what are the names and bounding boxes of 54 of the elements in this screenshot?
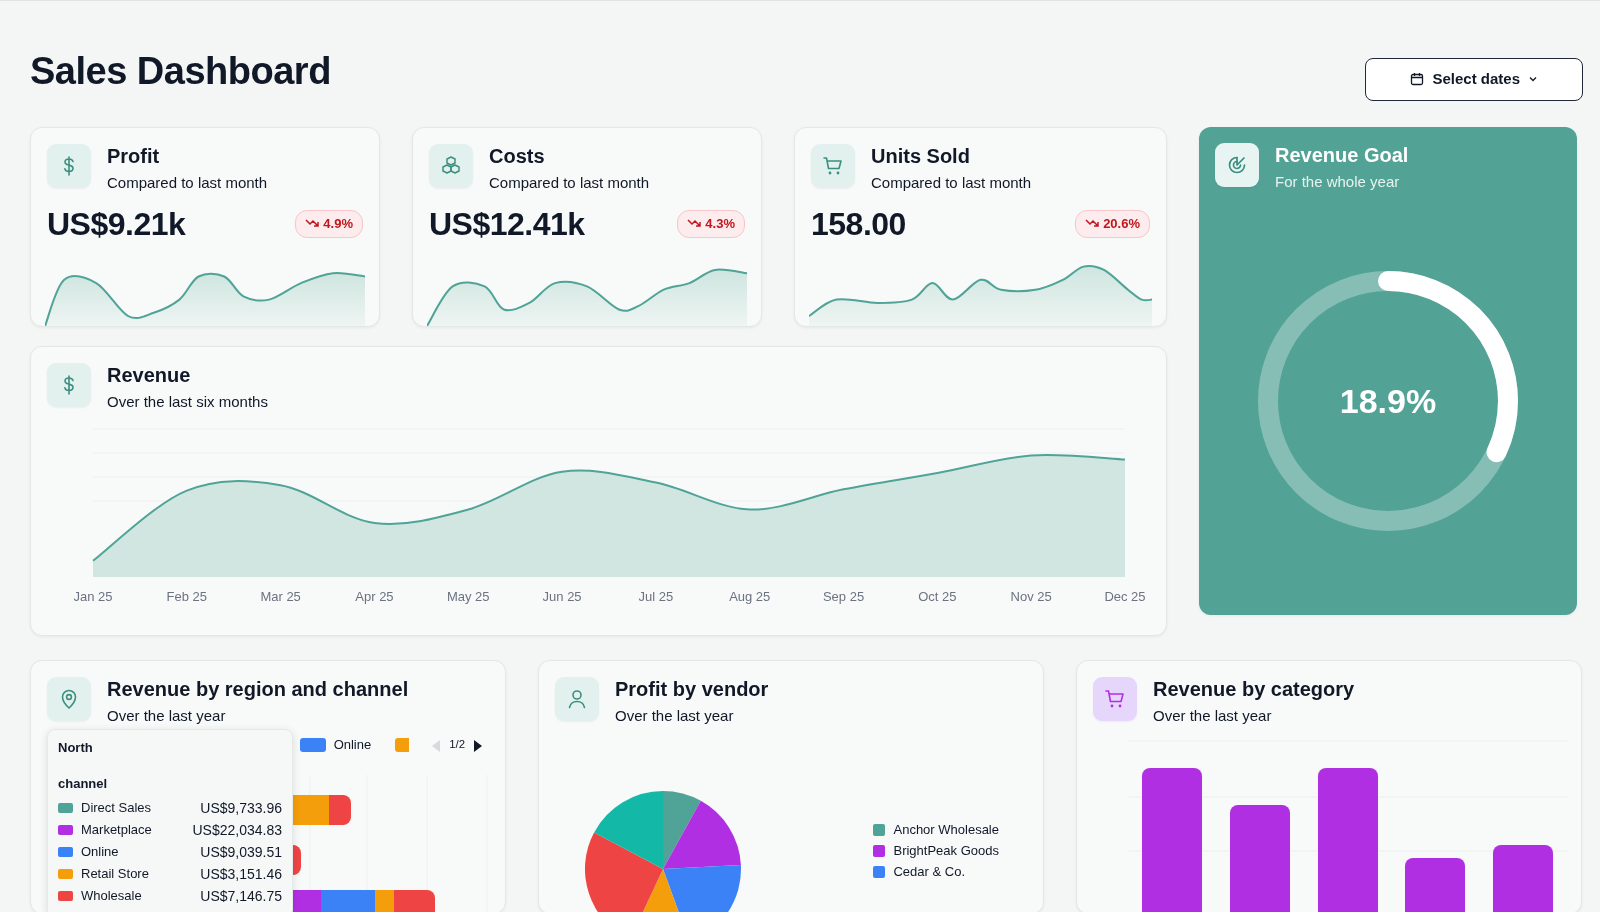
tooltip-row-label: Direct Sales xyxy=(81,799,152,818)
axis-label: Jul 25 xyxy=(638,589,674,604)
card-subtitle: Compared to last month xyxy=(871,174,1032,192)
axis-label: Sep 25 xyxy=(822,589,865,604)
page-title: Sales Dashboard xyxy=(30,49,331,94)
card-subtitle: Over the last year xyxy=(1153,707,1273,725)
legend-label: Cedar & Co. xyxy=(893,862,966,881)
axis-label: Aug 25 xyxy=(729,589,771,604)
select-dates-button[interactable]: Select dates xyxy=(1365,58,1583,101)
legend-label: BrightPeak Goods xyxy=(893,841,999,860)
card-title: Revenue by category xyxy=(1153,677,1355,701)
kpi-value: US$12.41k xyxy=(429,205,585,244)
tooltip-row-value: US$9,733.96 xyxy=(200,798,282,818)
tooltip-title: North xyxy=(58,739,94,757)
tooltip-row-label: Marketplace xyxy=(81,821,152,840)
axis-label: Feb 25 xyxy=(166,589,208,604)
card-subtitle: Compared to last month xyxy=(107,174,268,192)
tooltip-row-label: Online xyxy=(81,843,119,862)
card-subtitle: Over the last year xyxy=(615,707,735,725)
tooltip-row-value: US$3,151.46 xyxy=(200,864,282,884)
tooltip-row-value: US$7,146.75 xyxy=(200,886,282,906)
legend-label: Online xyxy=(333,736,372,755)
axis-label: Jun 25 xyxy=(542,589,582,604)
card-subtitle: Compared to last month xyxy=(489,174,650,192)
tooltip-row-value: US$9,039.51 xyxy=(200,842,282,862)
kpi-value: US$9.21k xyxy=(47,205,186,244)
card-title: Units Sold xyxy=(871,144,971,168)
change-badge: 4.9% xyxy=(295,210,363,238)
card-subtitle: For the whole year xyxy=(1275,173,1401,191)
axis-label: Oct 25 xyxy=(918,589,957,604)
change-badge: 20.6% xyxy=(1075,210,1150,238)
tooltip-group-label: channel xyxy=(58,774,109,793)
goal-percentage: 18.9% xyxy=(1339,380,1437,422)
legend-label: Anchor Wholesale xyxy=(893,820,999,839)
tooltip-row-value: US$22,034.83 xyxy=(192,820,282,840)
card-title: Revenue xyxy=(107,363,192,387)
axis-label: Mar 25 xyxy=(260,589,301,604)
axis-label: May 25 xyxy=(446,589,490,604)
axis-label: Dec 25 xyxy=(1104,589,1145,604)
page-indicator: 1/2 xyxy=(449,737,465,753)
change-badge: 4.3% xyxy=(677,210,745,238)
card-title: Profit by vendor xyxy=(615,677,769,701)
axis-label: Nov 25 xyxy=(1010,589,1052,604)
card-title: Costs xyxy=(489,144,546,168)
card-title: Revenue Goal xyxy=(1275,143,1409,167)
tooltip-row-label: Retail Store xyxy=(81,865,149,884)
card-title: Profit xyxy=(107,144,161,168)
card-subtitle: Over the last year xyxy=(107,707,227,725)
tooltip-row-label: Wholesale xyxy=(81,887,142,906)
card-subtitle: Over the last six months xyxy=(107,393,268,411)
kpi-value: 158.00 xyxy=(811,205,906,244)
card-title: Revenue by region and channel xyxy=(107,677,409,701)
axis-label: Jan 25 xyxy=(73,589,113,604)
axis-label: Apr 25 xyxy=(355,589,394,604)
